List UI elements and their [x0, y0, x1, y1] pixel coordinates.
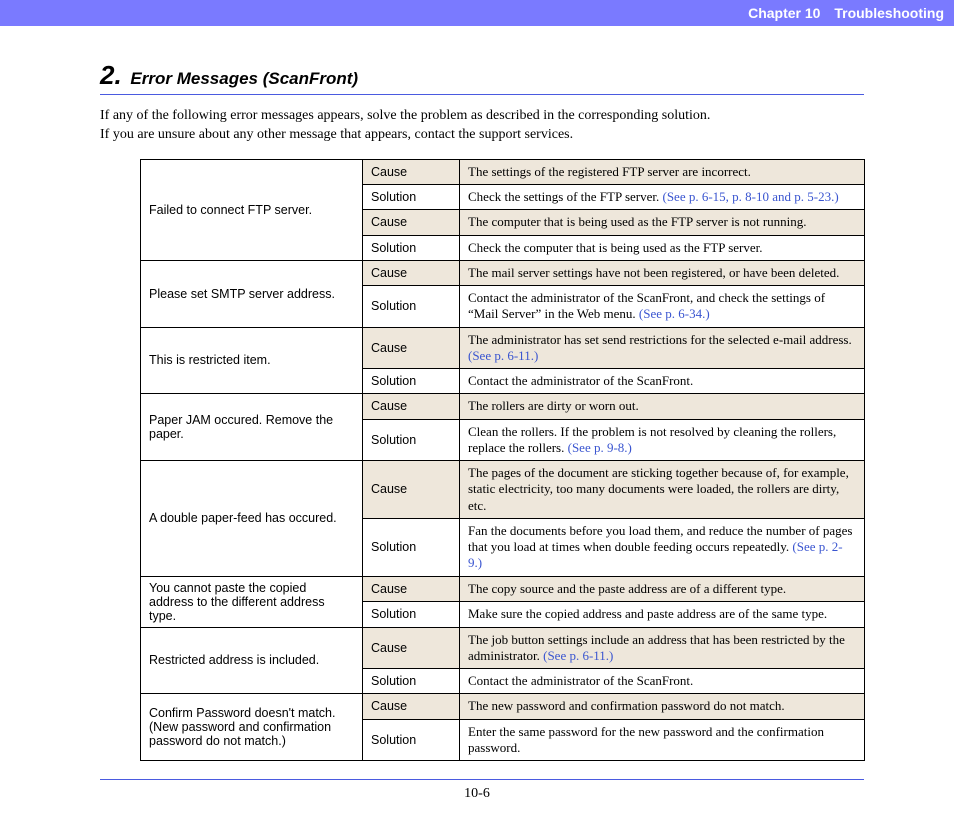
- cause-description: The new password and confirmation passwo…: [460, 694, 865, 719]
- section-number: 2.: [100, 60, 122, 90]
- table-row: Failed to connect FTP server.CauseThe se…: [141, 159, 865, 184]
- cause-label: Cause: [363, 327, 460, 369]
- cause-label: Cause: [363, 627, 460, 669]
- solution-description: Contact the administrator of the ScanFro…: [460, 669, 865, 694]
- table-row: Paper JAM occured. Remove the paper.Caus…: [141, 394, 865, 419]
- table-row: You cannot paste the copied address to t…: [141, 576, 865, 602]
- cause-label: Cause: [363, 694, 460, 719]
- page-reference-link[interactable]: (See p. 6-11.): [468, 348, 538, 363]
- table-row: A double paper-feed has occured.CauseThe…: [141, 461, 865, 519]
- cause-label: Cause: [363, 576, 460, 602]
- cause-label: Cause: [363, 210, 460, 235]
- error-message-cell: Failed to connect FTP server.: [141, 159, 363, 260]
- section-heading: 2. Error Messages (ScanFront): [100, 60, 864, 95]
- footer-rule: [100, 779, 864, 780]
- cause-label: Cause: [363, 461, 460, 519]
- chapter-title: Troubleshooting: [834, 5, 944, 21]
- error-message-cell: Restricted address is included.: [141, 627, 363, 694]
- solution-description: Check the computer that is being used as…: [460, 235, 865, 260]
- page-reference-link[interactable]: (See p. 6-11.): [543, 648, 613, 663]
- solution-description: Clean the rollers. If the problem is not…: [460, 419, 865, 461]
- page-content: 2. Error Messages (ScanFront) If any of …: [0, 26, 954, 761]
- cause-description: The mail server settings have not been r…: [460, 260, 865, 285]
- cause-description: The pages of the document are sticking t…: [460, 461, 865, 519]
- error-message-table: Failed to connect FTP server.CauseThe se…: [140, 159, 865, 761]
- error-message-cell: This is restricted item.: [141, 327, 363, 394]
- solution-description: Fan the documents before you load them, …: [460, 518, 865, 576]
- page-reference-link[interactable]: (See p. 6-15, p. 8-10 and p. 5-23.): [663, 189, 839, 204]
- cause-description: The rollers are dirty or worn out.: [460, 394, 865, 419]
- table-row: Please set SMTP server address.CauseThe …: [141, 260, 865, 285]
- solution-description: Enter the same password for the new pass…: [460, 719, 865, 761]
- solution-label: Solution: [363, 518, 460, 576]
- solution-description: Contact the administrator of the ScanFro…: [460, 369, 865, 394]
- solution-label: Solution: [363, 286, 460, 328]
- page-number: 10-6: [0, 786, 954, 802]
- page-reference-link[interactable]: (See p. 2-9.): [468, 539, 843, 570]
- cause-label: Cause: [363, 159, 460, 184]
- solution-label: Solution: [363, 235, 460, 260]
- cause-description: The copy source and the paste address ar…: [460, 576, 865, 602]
- error-message-cell: Confirm Password doesn't match. (New pas…: [141, 694, 363, 761]
- cause-description: The administrator has set send restricti…: [460, 327, 865, 369]
- solution-label: Solution: [363, 669, 460, 694]
- table-row: Restricted address is included.CauseThe …: [141, 627, 865, 669]
- error-message-cell: A double paper-feed has occured.: [141, 461, 363, 577]
- solution-label: Solution: [363, 602, 460, 628]
- table-row: Confirm Password doesn't match. (New pas…: [141, 694, 865, 719]
- section-title-text: Error Messages (ScanFront): [130, 69, 358, 88]
- cause-description: The computer that is being used as the F…: [460, 210, 865, 235]
- chapter-label: Chapter 10: [748, 5, 820, 21]
- cause-description: The settings of the registered FTP serve…: [460, 159, 865, 184]
- solution-label: Solution: [363, 369, 460, 394]
- table-row: This is restricted item.CauseThe adminis…: [141, 327, 865, 369]
- page-reference-link[interactable]: (See p. 6-34.): [639, 306, 710, 321]
- solution-label: Solution: [363, 185, 460, 210]
- page-reference-link[interactable]: (See p. 9-8.): [568, 440, 632, 455]
- solution-description: Contact the administrator of the ScanFro…: [460, 286, 865, 328]
- solution-label: Solution: [363, 719, 460, 761]
- error-message-cell: You cannot paste the copied address to t…: [141, 576, 363, 627]
- cause-description: The job button settings include an addre…: [460, 627, 865, 669]
- error-message-cell: Paper JAM occured. Remove the paper.: [141, 394, 363, 461]
- cause-label: Cause: [363, 260, 460, 285]
- cause-label: Cause: [363, 394, 460, 419]
- intro-text: If any of the following error messages a…: [100, 107, 864, 145]
- page-header: Chapter 10 Troubleshooting: [0, 0, 954, 26]
- solution-description: Check the settings of the FTP server. (S…: [460, 185, 865, 210]
- solution-label: Solution: [363, 419, 460, 461]
- error-message-cell: Please set SMTP server address.: [141, 260, 363, 327]
- solution-description: Make sure the copied address and paste a…: [460, 602, 865, 628]
